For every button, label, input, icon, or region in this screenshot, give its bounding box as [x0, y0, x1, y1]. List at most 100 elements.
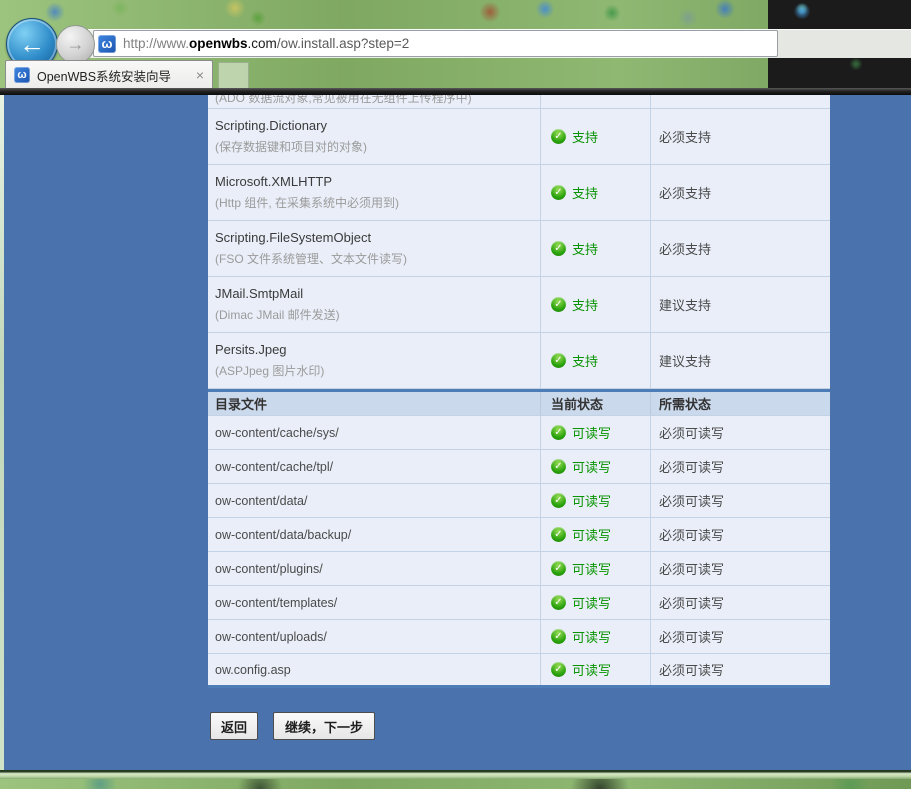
tab-favicon-icon: ω: [14, 67, 30, 83]
table-row: Microsoft.XMLHTTP (Http 组件, 在采集系统中必须用到) …: [208, 165, 830, 221]
browser-tab[interactable]: ω OpenWBS系统安装向导 ×: [5, 60, 213, 89]
required-cell: 建议支持: [650, 277, 830, 332]
status-cell: ✓ 可读写: [540, 450, 650, 483]
forward-button[interactable]: →: [56, 25, 95, 64]
file-path: ow-content/cache/sys/: [208, 426, 540, 440]
file-path: ow.config.asp: [208, 663, 540, 677]
install-check-tables: (ADO 数据流对象,常见被用在无组件上传程序中) Scripting.Dict…: [208, 95, 830, 688]
continue-next-button[interactable]: 继续，下一步: [273, 712, 375, 740]
status-text: 可读写: [572, 457, 611, 476]
required-cell: 建议支持: [650, 333, 830, 388]
component-desc: (FSO 文件系统管理、文本文件读写): [215, 250, 540, 267]
file-path: ow-content/cache/tpl/: [208, 460, 540, 474]
chrome-bottom-edge: [0, 88, 911, 95]
component-cell: Microsoft.XMLHTTP (Http 组件, 在采集系统中必须用到): [208, 174, 540, 211]
table-row: ow-content/data/backup/ ✓ 可读写 必须可读写: [208, 518, 830, 552]
status-text: 可读写: [572, 525, 611, 544]
component-name: Persits.Jpeg: [215, 342, 540, 357]
table-row: ow-content/plugins/ ✓ 可读写 必须可读写: [208, 552, 830, 586]
status-text: 支持: [572, 183, 598, 202]
required-cell: 必须可读写: [650, 518, 830, 551]
required-cell: 必须可读写: [650, 654, 830, 685]
table-row: ow.config.asp ✓ 可读写 必须可读写: [208, 654, 830, 688]
table-row-partial: (ADO 数据流对象,常见被用在无组件上传程序中): [208, 95, 830, 109]
required-cell: 必须可读写: [650, 416, 830, 449]
component-cell: Persits.Jpeg (ASPJpeg 图片水印): [208, 342, 540, 379]
component-name: Microsoft.XMLHTTP: [215, 174, 540, 189]
component-name: JMail.SmtpMail: [215, 286, 540, 301]
required-cell: 必须可读写: [650, 484, 830, 517]
table-row: Scripting.FileSystemObject (FSO 文件系统管理、文…: [208, 221, 830, 277]
check-icon: ✓: [551, 493, 566, 508]
required-cell: 必须支持: [650, 165, 830, 220]
address-bar[interactable]: ω http://www.openwbs.com/ow.install.asp?…: [93, 30, 778, 57]
table-row: ow-content/templates/ ✓ 可读写 必须可读写: [208, 586, 830, 620]
table-row: ow-content/cache/sys/ ✓ 可读写 必须可读写: [208, 416, 830, 450]
header-name: 目录文件: [208, 394, 540, 413]
status-cell: ✓ 可读写: [540, 416, 650, 449]
required-cell: 必须可读写: [650, 620, 830, 653]
check-icon: ✓: [551, 129, 566, 144]
table-row: JMail.SmtpMail (Dimac JMail 邮件发送) ✓ 支持 建…: [208, 277, 830, 333]
url-path: /ow.install.asp?step=2: [277, 36, 409, 51]
component-desc: (ADO 数据流对象,常见被用在无组件上传程序中): [208, 95, 540, 108]
status-text: 支持: [572, 239, 598, 258]
required-cell: 必须支持: [650, 221, 830, 276]
file-path: ow-content/data/: [208, 494, 540, 508]
check-icon: ✓: [551, 459, 566, 474]
status-cell: [540, 95, 650, 108]
header-status: 当前状态: [540, 392, 650, 415]
status-cell: ✓ 可读写: [540, 654, 650, 685]
check-icon: ✓: [551, 662, 566, 677]
component-name: Scripting.Dictionary: [215, 118, 540, 133]
status-text: 可读写: [572, 593, 611, 612]
table-row: Scripting.Dictionary (保存数据键和项目对的对象) ✓ 支持…: [208, 109, 830, 165]
check-icon: ✓: [551, 297, 566, 312]
component-cell: JMail.SmtpMail (Dimac JMail 邮件发送): [208, 286, 540, 323]
back-step-button[interactable]: 返回: [210, 712, 258, 740]
file-path: ow-content/plugins/: [208, 562, 540, 576]
check-icon: ✓: [551, 629, 566, 644]
close-tab-icon[interactable]: ×: [196, 68, 204, 82]
status-text: 可读写: [572, 627, 611, 646]
check-icon: ✓: [551, 527, 566, 542]
status-text: 可读写: [572, 491, 611, 510]
check-icon: ✓: [551, 353, 566, 368]
window-bottom-border: [0, 770, 911, 779]
status-text: 可读写: [572, 660, 611, 679]
new-tab-button[interactable]: [218, 62, 249, 90]
file-path: ow-content/uploads/: [208, 630, 540, 644]
header-required: 所需状态: [650, 392, 830, 415]
status-cell: ✓ 支持: [540, 221, 650, 276]
status-cell: ✓ 支持: [540, 109, 650, 164]
url-protocol: http://www.: [123, 36, 189, 51]
url-text: http://www.openwbs.com/ow.install.asp?st…: [123, 36, 409, 51]
forward-arrow-icon: →: [67, 34, 85, 55]
component-desc: (Http 组件, 在采集系统中必须用到): [215, 194, 540, 211]
required-cell: 必须可读写: [650, 552, 830, 585]
component-desc: (ASPJpeg 图片水印): [215, 362, 540, 379]
status-text: 支持: [572, 295, 598, 314]
status-text: 可读写: [572, 559, 611, 578]
component-desc: (保存数据键和项目对的对象): [215, 138, 540, 155]
table-row: ow-content/data/ ✓ 可读写 必须可读写: [208, 484, 830, 518]
file-path: ow-content/data/backup/: [208, 528, 540, 542]
check-icon: ✓: [551, 241, 566, 256]
url-domain: openwbs: [189, 36, 248, 51]
openwbs-favicon-icon: ω: [98, 35, 116, 53]
component-cell: Scripting.Dictionary (保存数据键和项目对的对象): [208, 118, 540, 155]
required-cell: 必须支持: [650, 109, 830, 164]
screenshot-canvas: ω http://www.openwbs.com/ow.install.asp?…: [0, 0, 911, 789]
table-row: ow-content/cache/tpl/ ✓ 可读写 必须可读写: [208, 450, 830, 484]
status-cell: ✓ 可读写: [540, 620, 650, 653]
check-icon: ✓: [551, 185, 566, 200]
component-desc: (Dimac JMail 邮件发送): [215, 306, 540, 323]
table-row: Persits.Jpeg (ASPJpeg 图片水印) ✓ 支持 建议支持: [208, 333, 830, 389]
check-icon: ✓: [551, 595, 566, 610]
file-path: ow-content/templates/: [208, 596, 540, 610]
status-cell: ✓ 支持: [540, 333, 650, 388]
status-cell: ✓ 可读写: [540, 518, 650, 551]
status-cell: ✓ 可读写: [540, 484, 650, 517]
required-cell: [650, 95, 830, 108]
status-cell: ✓ 可读写: [540, 552, 650, 585]
